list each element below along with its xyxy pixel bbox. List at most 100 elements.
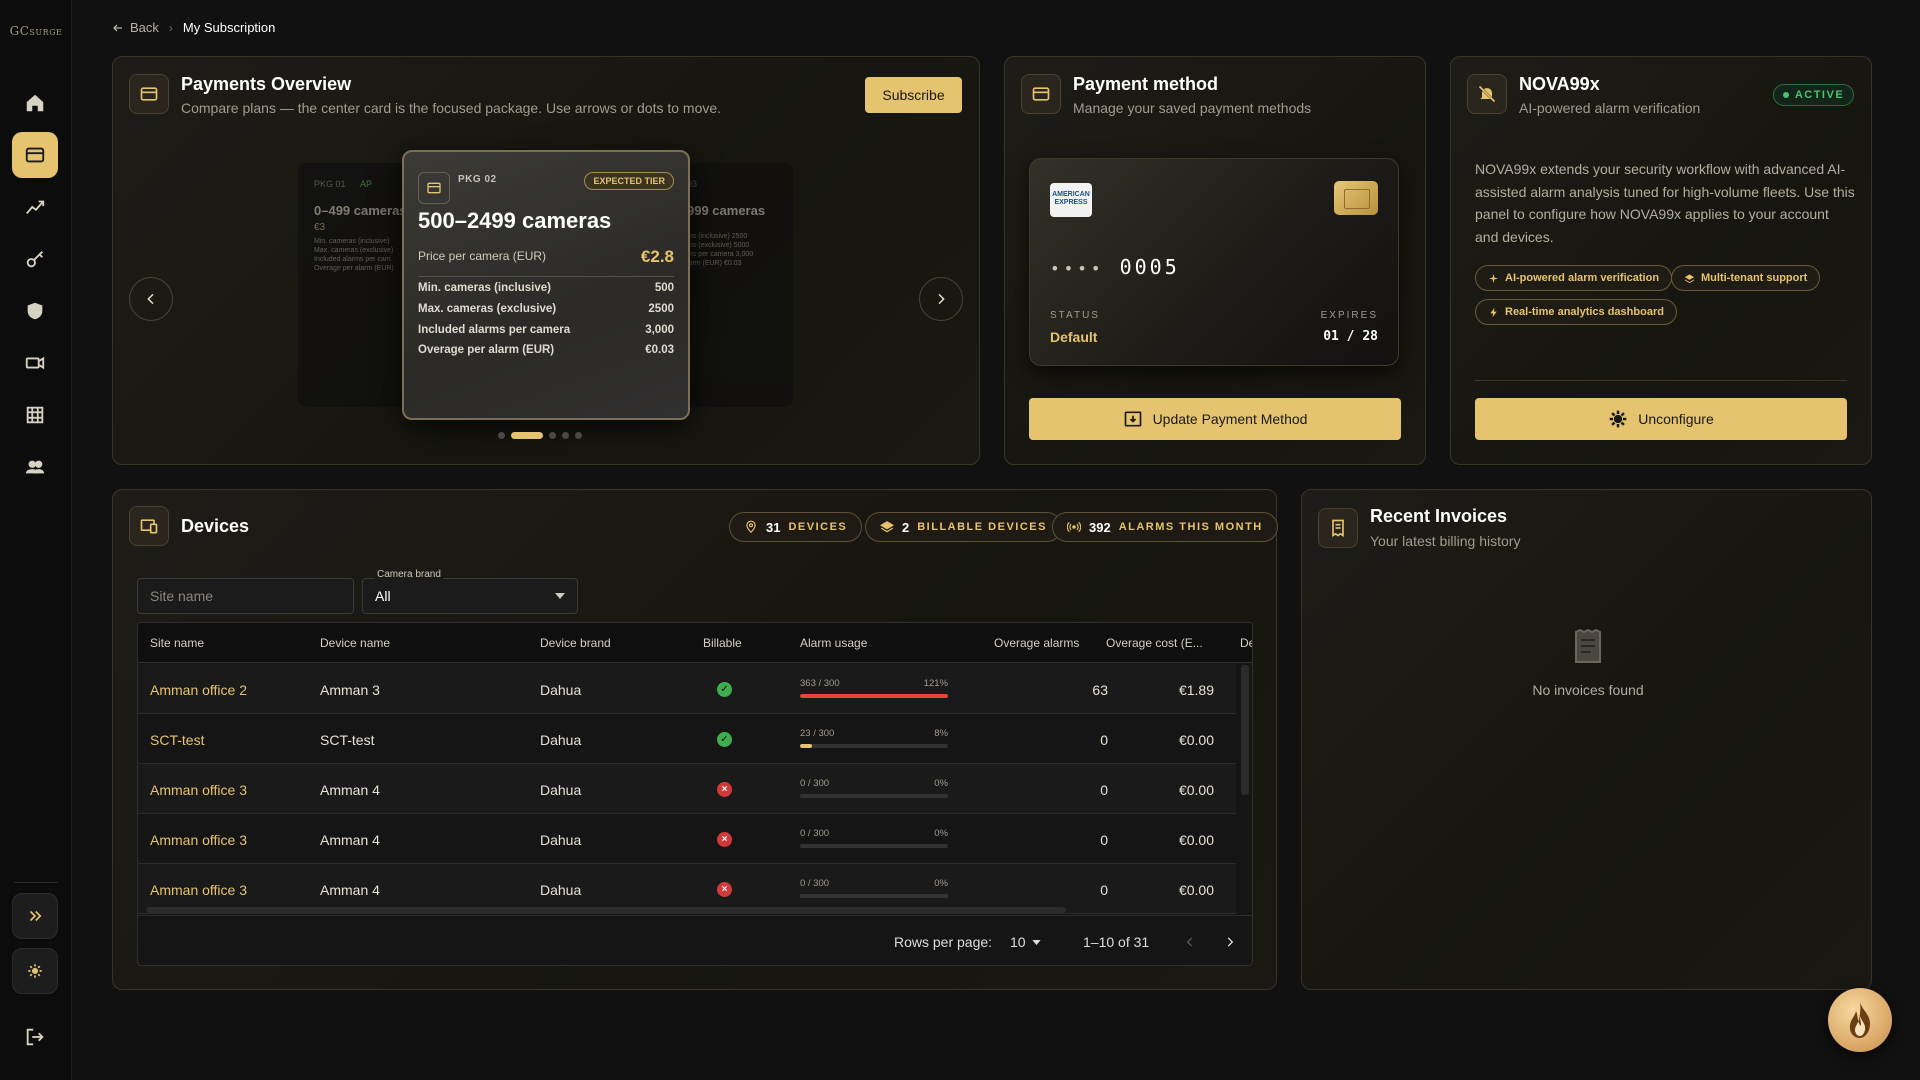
chevron-right-icon — [1227, 937, 1234, 947]
table-row[interactable]: Amman office 3 Amman 4 Dahua × 0 / 300 0% 0 €0.… — [138, 764, 1236, 814]
table-header: Site name Device name Device brand Billa… — [138, 623, 1252, 663]
chevron-right-icon — [938, 293, 945, 305]
carousel-dot[interactable] — [498, 432, 505, 439]
vertical-scrollbar[interactable] — [1241, 665, 1249, 795]
carousel-dot[interactable] — [549, 432, 556, 439]
device-brand-cell: Dahua — [540, 882, 582, 898]
usage-count: 0 / 300 — [800, 778, 830, 789]
usage-bar-fill — [800, 744, 812, 748]
feature-tag: AI-powered alarm verification — [1475, 265, 1673, 291]
device-name-cell: SCT-test — [320, 732, 375, 748]
credit-card-icon[interactable] — [12, 132, 58, 178]
alarm-usage-cell: 363 / 300 121% — [800, 678, 948, 698]
horizontal-scrollbar[interactable] — [146, 907, 1066, 913]
credit-card-icon — [129, 74, 169, 114]
assistant-flame-button[interactable] — [1828, 988, 1892, 1052]
overage-alarms-cell: 0 — [1100, 732, 1108, 748]
nova-subtitle: AI-powered alarm verification — [1519, 100, 1701, 116]
location-pin-icon — [746, 520, 756, 534]
package-line: ms (inclusive) 2500 — [687, 233, 748, 240]
package-row: Included alarms per camera 3,000 — [418, 324, 674, 336]
package-label: PKG 01 — [314, 179, 346, 189]
usage-percent: 0% — [934, 878, 948, 889]
carousel-next-button[interactable] — [919, 277, 963, 321]
next-page-button[interactable] — [1220, 932, 1240, 952]
column-header[interactable]: Device name — [320, 636, 390, 650]
device-brand-cell: Dahua — [540, 682, 582, 698]
column-header[interactable]: Overage alarms — [994, 636, 1079, 650]
alarm-usage-cell: 0 / 300 0% — [800, 878, 948, 898]
site-name-cell[interactable]: Amman office 3 — [150, 782, 247, 798]
update-payment-method-button[interactable]: Update Payment Method — [1029, 398, 1401, 440]
credit-card: AMERICAN EXPRESS •••• 0005 STATUS Defaul… — [1029, 158, 1399, 366]
column-header[interactable]: Alarm usage — [800, 636, 867, 650]
previous-page-button[interactable] — [1180, 932, 1200, 952]
carousel-dot[interactable] — [562, 432, 569, 439]
site-name-cell[interactable]: Amman office 3 — [150, 832, 247, 848]
device-name-cell: Amman 4 — [320, 832, 380, 848]
camera-brand-select[interactable]: All — [362, 578, 578, 614]
device-name-cell: Amman 4 — [320, 882, 380, 898]
unconfigure-label: Unconfigure — [1638, 411, 1714, 427]
carousel-dot[interactable] — [575, 432, 582, 439]
table-row[interactable]: Amman office 2 Amman 3 Dahua ✓ 363 / 300 121%… — [138, 664, 1236, 714]
camera-icon[interactable] — [12, 340, 58, 386]
devices-icon — [129, 506, 169, 546]
overage-cost-cell: €0.00 — [1178, 782, 1214, 798]
carousel-prev-button[interactable] — [129, 277, 173, 321]
card-expires-value: 01 / 28 — [1323, 329, 1378, 344]
column-header[interactable]: Device brand — [540, 636, 611, 650]
subscribe-button[interactable]: Subscribe — [865, 77, 962, 113]
usage-percent: 0% — [934, 778, 948, 789]
column-header[interactable]: Billable — [703, 636, 742, 650]
shield-icon[interactable] — [12, 288, 58, 334]
status-dot — [1782, 92, 1789, 98]
credit-card-icon — [1021, 74, 1061, 114]
column-header[interactable]: Overage cost (E... — [1106, 636, 1203, 650]
device-name-cell: Amman 4 — [320, 782, 380, 798]
tag-label: AI-powered alarm verification — [1505, 272, 1660, 284]
package-badge: AP — [360, 179, 373, 189]
devices-title: Devices — [181, 516, 250, 536]
price-value: €2.8 — [640, 247, 674, 266]
site-name-filter-input[interactable] — [137, 578, 354, 614]
overage-alarms-cell: 63 — [1092, 682, 1108, 698]
expand-sidebar-button[interactable] — [12, 893, 58, 939]
package-label: 03 — [687, 179, 698, 189]
device-brand-cell: Dahua — [540, 832, 582, 848]
site-name-cell[interactable]: Amman office 3 — [150, 882, 247, 898]
unconfigure-button[interactable]: Unconfigure — [1475, 398, 1847, 440]
users-icon[interactable] — [12, 444, 58, 490]
overage-cost-cell: €1.89 — [1178, 682, 1214, 698]
logout-icon[interactable] — [24, 1026, 48, 1050]
bell-off-icon — [1467, 74, 1507, 114]
alarms-month-pill: 392 ALARMS THIS MONTH — [1052, 512, 1278, 542]
home-icon[interactable] — [12, 80, 58, 126]
column-header[interactable]: De — [1240, 636, 1252, 650]
analytics-icon[interactable] — [12, 184, 58, 230]
device-name-cell: Amman 3 — [320, 682, 380, 698]
key-icon[interactable] — [12, 236, 58, 282]
table-pagination: Rows per page: 10 1–10 of 31 — [138, 915, 1252, 965]
rows-per-page-value: 10 — [1010, 934, 1026, 950]
camera-brand-label: Camera brand — [375, 569, 443, 580]
stat-count: 31 — [766, 519, 781, 535]
carousel-dot-active[interactable] — [511, 432, 543, 439]
site-name-cell[interactable]: Amman office 2 — [150, 682, 247, 698]
card-number: •••• 0005 — [1050, 255, 1180, 279]
card-status-label: STATUS — [1050, 310, 1100, 321]
table-row[interactable]: SCT-test SCT-test Dahua ✓ 23 / 300 8% 0 €0.00 — [138, 714, 1236, 764]
settings-button[interactable] — [12, 948, 58, 994]
package-row: Max. cameras (exclusive) 2500 — [418, 303, 674, 315]
table-row[interactable]: Amman office 3 Amman 4 Dahua × 0 / 300 0% 0 €0.… — [138, 814, 1236, 864]
grid-icon[interactable] — [12, 392, 58, 438]
card-brand-logo: AMERICAN EXPRESS — [1050, 183, 1092, 217]
stat-label: ALARMS THIS MONTH — [1118, 521, 1263, 533]
package-card-focused[interactable]: PKG 02 EXPECTED TIER 500–2499 cameras Pr… — [402, 150, 690, 420]
back-link[interactable]: Back — [112, 20, 159, 35]
card-number-mask: •••• — [1050, 259, 1105, 278]
column-header[interactable]: Site name — [150, 636, 204, 650]
rows-per-page-select[interactable]: 10 — [1010, 934, 1041, 950]
site-name-cell[interactable]: SCT-test — [150, 732, 204, 748]
payment-method-title: Payment method — [1073, 74, 1219, 94]
